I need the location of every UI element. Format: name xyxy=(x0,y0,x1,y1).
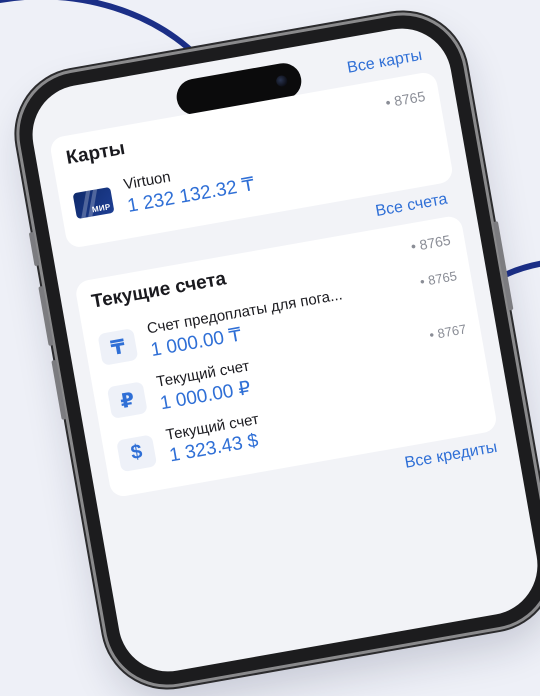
mir-brand-label: МИР xyxy=(91,202,112,215)
cards-account-suffix: • 8765 xyxy=(384,87,427,111)
account-suffix: • 8765 xyxy=(418,268,458,290)
dollar-icon: $ xyxy=(116,433,158,472)
cards-section-title: Карты xyxy=(64,137,127,169)
ruble-icon: ₽ xyxy=(106,381,148,420)
all-cards-link[interactable]: Все карты xyxy=(346,47,423,77)
tenge-icon: ₸ xyxy=(97,328,139,366)
mir-card-icon: МИР xyxy=(72,186,115,220)
accounts-account-suffix: • 8765 xyxy=(409,231,452,255)
all-accounts-link[interactable]: Все счета xyxy=(374,191,448,220)
account-suffix: • 8767 xyxy=(428,321,468,343)
phone-screen: Все карты Карты • 8765 МИР Virtuon 1 232… xyxy=(24,20,540,680)
phone-frame: Все карты Карты • 8765 МИР Virtuon 1 232… xyxy=(9,5,540,695)
decor-arc-right xyxy=(502,260,540,278)
screen-content: Все карты Карты • 8765 МИР Virtuon 1 232… xyxy=(44,45,502,524)
